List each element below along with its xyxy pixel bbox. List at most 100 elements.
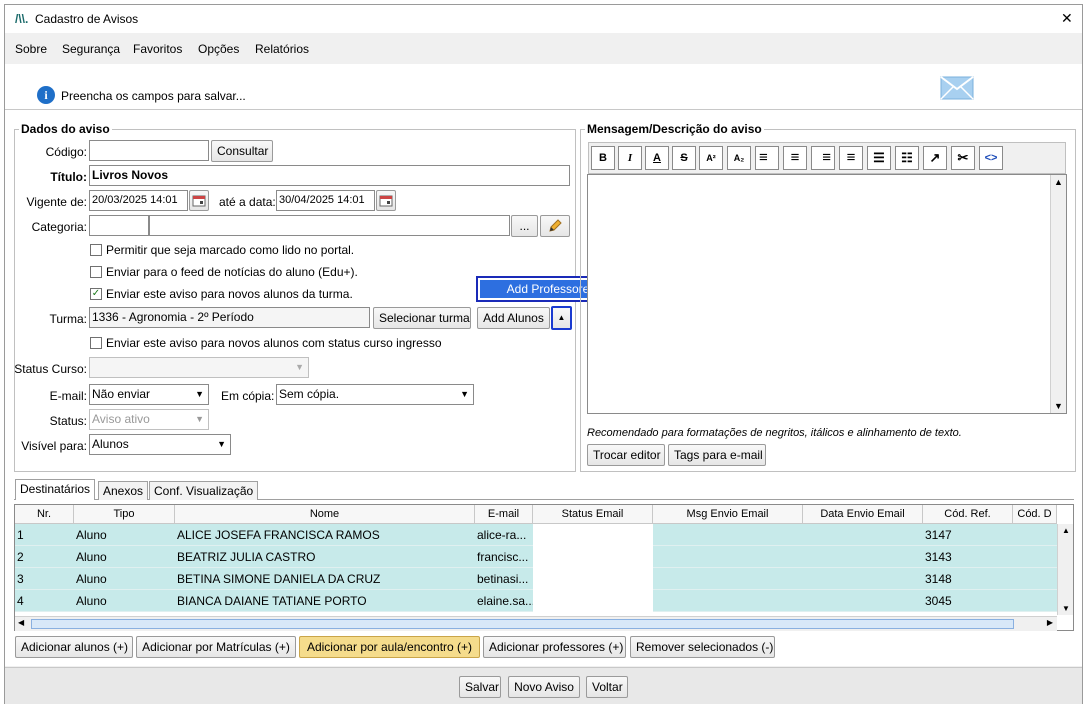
salvar-button[interactable]: Salvar <box>459 676 501 698</box>
categoria-label: Categoria: <box>31 220 87 234</box>
add-alunos-button[interactable]: Add Alunos <box>477 307 550 329</box>
align-left-icon[interactable]: ≡ <box>755 146 779 170</box>
cell-cod-ref: 3148 <box>925 572 952 586</box>
col-email[interactable]: E-mail <box>475 505 533 524</box>
close-icon[interactable]: ✕ <box>1061 10 1073 27</box>
remover-selecionados-button[interactable]: Remover selecionados (-) <box>630 636 775 658</box>
col-nr[interactable]: Nr. <box>15 505 74 524</box>
editor-hint: Recomendado para formatações de negritos… <box>587 427 962 439</box>
window-title: Cadastro de Avisos <box>35 12 139 26</box>
calendar-icon[interactable] <box>189 190 209 211</box>
bullet-list-icon[interactable]: ☰ <box>867 146 891 170</box>
col-cod-d[interactable]: Cód. D <box>1013 505 1057 524</box>
table-row[interactable]: 3 Aluno BETINA SIMONE DANIELA DA CRUZ be… <box>15 568 1057 590</box>
selecionar-turma-button[interactable]: Selecionar turma <box>373 307 471 329</box>
tab-conf-visualizacao[interactable]: Conf. Visualização <box>149 481 259 500</box>
chk-permitir-lido[interactable] <box>90 244 102 256</box>
adicionar-alunos-button[interactable]: Adicionar alunos (+) <box>15 636 133 658</box>
col-msg-envio[interactable]: Msg Envio Email <box>653 505 803 524</box>
col-tipo[interactable]: Tipo <box>74 505 175 524</box>
subscript-icon[interactable]: A₂ <box>727 146 751 170</box>
grid-vscrollbar[interactable]: ▲ ▼ <box>1057 524 1073 615</box>
col-cod-ref[interactable]: Cód. Ref. <box>923 505 1013 524</box>
cell-cod-ref: 3045 <box>925 594 952 608</box>
col-nome[interactable]: Nome <box>175 505 475 524</box>
menu-seguranca[interactable]: Segurança <box>62 42 120 56</box>
superscript-icon[interactable]: A² <box>699 146 723 170</box>
cell-status-email <box>533 590 653 612</box>
mensagem-legend: Mensagem/Descrição do aviso <box>587 122 762 136</box>
categoria-name-input[interactable] <box>149 215 510 236</box>
italic-icon[interactable]: I <box>618 146 642 170</box>
cell-nr: 1 <box>17 528 24 542</box>
numbered-list-icon[interactable]: ☷ <box>895 146 919 170</box>
strikethrough-icon[interactable]: S <box>672 146 696 170</box>
font-color-icon[interactable]: A <box>645 146 669 170</box>
adicionar-professores-button[interactable]: Adicionar professores (+) <box>483 636 626 658</box>
copia-label: Em cópia: <box>221 389 275 403</box>
cell-nome: ALICE JOSEFA FRANCISCA RAMOS <box>177 528 380 542</box>
cell-status-email <box>533 546 653 568</box>
categoria-code-input[interactable] <box>89 215 149 236</box>
ate-input[interactable]: 30/04/2025 14:01 <box>276 190 375 211</box>
novo-aviso-button[interactable]: Novo Aviso <box>508 676 580 698</box>
categoria-search-button[interactable]: ... <box>511 215 538 237</box>
status-select[interactable]: Aviso ativo ▼ <box>89 409 209 430</box>
chk-enviar-feed[interactable] <box>90 266 102 278</box>
editor-scrollbar[interactable]: ▲ ▼ <box>1050 175 1066 413</box>
ate-label: até a data: <box>219 195 276 209</box>
link-icon[interactable]: ↗ <box>923 146 947 170</box>
chevron-up-icon[interactable]: ▲ <box>551 306 572 330</box>
adicionar-aula-encontro-button[interactable]: Adicionar por aula/encontro (+) <box>299 636 480 658</box>
email-select[interactable]: Não enviar ▼ <box>89 384 209 405</box>
turma-input[interactable]: 1336 - Agronomia - 2º Período <box>89 307 370 328</box>
table-row[interactable]: 1 Aluno ALICE JOSEFA FRANCISCA RAMOS ali… <box>15 524 1057 546</box>
cell-status-email <box>533 524 653 546</box>
col-data-envio[interactable]: Data Envio Email <box>803 505 923 524</box>
table-row[interactable]: 2 Aluno BEATRIZ JULIA CASTRO francisc...… <box>15 546 1057 568</box>
menu-relatorios[interactable]: Relatórios <box>255 42 309 56</box>
titulo-label: Título: <box>50 170 87 184</box>
menu-sobre[interactable]: Sobre <box>15 42 47 56</box>
cell-tipo: Aluno <box>76 528 107 542</box>
tab-anexos[interactable]: Anexos <box>98 481 149 500</box>
menu-opcoes[interactable]: Opções <box>198 42 239 56</box>
col-status-email[interactable]: Status Email <box>533 505 653 524</box>
chk-novos-alunos-turma-label: Enviar este aviso para novos alunos da t… <box>106 287 353 301</box>
info-icon: i <box>37 86 55 104</box>
chk-novos-alunos-turma[interactable]: ✓ <box>90 288 102 300</box>
trocar-editor-button[interactable]: Trocar editor <box>587 444 665 466</box>
copia-select[interactable]: Sem cópia. ▼ <box>276 384 474 405</box>
status-curso-select[interactable]: ▼ <box>89 357 309 378</box>
grid-hscrollbar[interactable]: ◀ ▶ <box>15 616 1057 631</box>
pencil-icon[interactable] <box>540 215 570 237</box>
align-right-icon[interactable]: ≡ <box>811 146 835 170</box>
titulo-input[interactable]: Livros Novos <box>89 165 570 186</box>
cell-status-email <box>533 568 653 590</box>
cell-email: betinasi... <box>477 572 529 586</box>
visivel-select[interactable]: Alunos ▼ <box>89 434 231 455</box>
table-row[interactable]: 4 Aluno BIANCA DAIANE TATIANE PORTO elai… <box>15 590 1057 612</box>
consultar-button[interactable]: Consultar <box>211 140 273 162</box>
adicionar-matriculas-button[interactable]: Adicionar por Matrículas (+) <box>136 636 296 658</box>
align-justify-icon[interactable]: ≡ <box>839 146 863 170</box>
chk-status-ingresso-label: Enviar este aviso para novos alunos com … <box>106 336 442 350</box>
tab-destinatarios[interactable]: Destinatários <box>15 479 96 500</box>
menu-favoritos[interactable]: Favoritos <box>133 42 182 56</box>
vigente-input[interactable]: 20/03/2025 14:01 <box>89 190 188 211</box>
calendar-icon[interactable] <box>376 190 396 211</box>
codigo-input[interactable] <box>89 140 209 161</box>
bold-icon[interactable]: B <box>591 146 615 170</box>
source-code-icon[interactable]: <> <box>979 146 1003 170</box>
tags-email-button[interactable]: Tags para e-mail <box>668 444 766 466</box>
chk-status-ingresso[interactable] <box>90 337 102 349</box>
cell-nome: BIANCA DAIANE TATIANE PORTO <box>177 594 367 608</box>
voltar-button[interactable]: Voltar <box>586 676 628 698</box>
cut-icon[interactable]: ✂ <box>951 146 975 170</box>
cell-tipo: Aluno <box>76 550 107 564</box>
align-center-icon[interactable]: ≡ <box>783 146 807 170</box>
cell-cod-ref: 3143 <box>925 550 952 564</box>
cell-nr: 2 <box>17 550 24 564</box>
message-editor[interactable] <box>587 174 1067 414</box>
menu-bar: Sobre Segurança Favoritos Opções Relatór… <box>5 33 1082 63</box>
